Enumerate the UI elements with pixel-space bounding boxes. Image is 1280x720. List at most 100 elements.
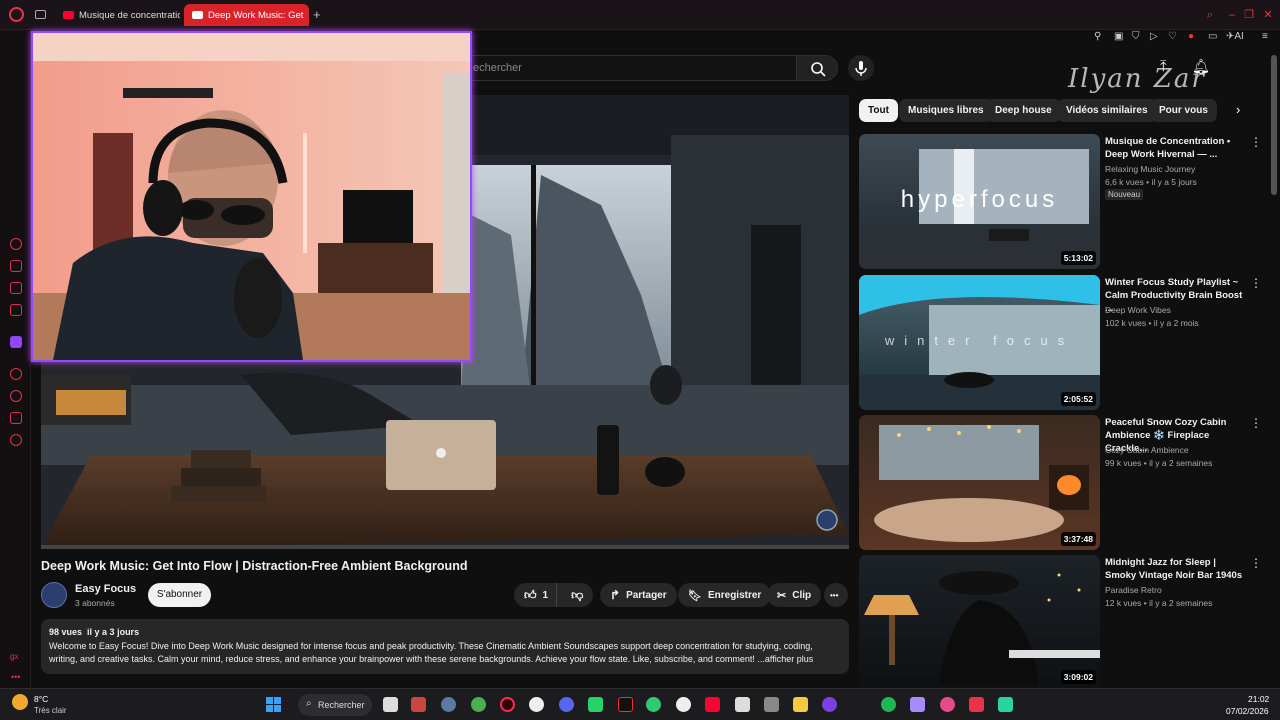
whatsapp-icon[interactable] (588, 697, 603, 712)
sidebar-settings-icon[interactable] (10, 434, 22, 446)
youtube-icon[interactable] (705, 697, 720, 712)
bookmark-icon: 🔖︎ (688, 589, 702, 602)
chrome-icon[interactable] (471, 697, 486, 712)
opera-logo-icon[interactable] (9, 7, 24, 22)
battery-icon[interactable]: ▭ (1208, 31, 1217, 42)
recommended-video-4[interactable]: 3:09:02 Midnight Jazz for Sleep | Smoky … (859, 555, 1262, 690)
channel-name[interactable]: Easy Focus (75, 583, 136, 595)
close-icon[interactable]: ✕ (1262, 9, 1274, 21)
save-button[interactable]: 🔖︎ Enregistrer (678, 583, 772, 607)
video-thumbnail[interactable]: hyperfocus 5:13:02 (859, 134, 1100, 269)
tiktok-icon[interactable] (618, 697, 633, 712)
sidebar-speed-dial-icon[interactable] (10, 238, 22, 250)
video-duration: 3:37:48 (1060, 532, 1096, 546)
channel-name[interactable]: Deep Work Vibes (1105, 305, 1171, 315)
recommended-video-2[interactable]: winter focus 2:05:52 Winter Focus Study … (859, 275, 1262, 410)
proton-icon[interactable] (822, 697, 837, 712)
sidebar-twitch-icon[interactable] (10, 336, 22, 348)
chip-videos-similaires[interactable]: Vidéos similaires (1057, 99, 1157, 122)
recommended-video-1[interactable]: hyperfocus 5:13:02 Musique de Concentrat… (859, 134, 1262, 269)
discord-icon[interactable] (559, 697, 574, 712)
video-thumbnail[interactable]: 3:09:02 (859, 555, 1100, 688)
tab-musique-concentration[interactable]: Musique de concentration (55, 4, 180, 26)
pin-icon[interactable]: ⚲ (1094, 31, 1101, 42)
widgets-icon[interactable] (411, 697, 426, 712)
video-title[interactable]: Musique de Concentration • Deep Work Hiv… (1105, 135, 1245, 161)
github-icon[interactable] (529, 697, 544, 712)
sidebar-gx-label: gx (10, 652, 19, 661)
profile-icon[interactable]: ● (1188, 31, 1194, 42)
search-icon[interactable]: ⌕ (1204, 9, 1216, 21)
obsidian-icon[interactable] (910, 697, 925, 712)
chip-musiques-libres[interactable]: Musiques libres (899, 99, 993, 122)
video-title[interactable]: Midnight Jazz for Sleep | Smoky Vintage … (1105, 556, 1245, 582)
channel-name[interactable]: Paradise Retro (1105, 585, 1162, 595)
messenger-icon[interactable] (676, 697, 691, 712)
video-thumbnail[interactable]: winter focus 2:05:52 (859, 275, 1100, 410)
sidebar-messenger-icon[interactable] (10, 282, 22, 294)
dislike-button[interactable]: 👎︎ (563, 588, 591, 603)
weather-icon[interactable] (12, 694, 28, 710)
sidebar-media-icon[interactable] (10, 304, 22, 316)
spotify-icon[interactable] (881, 697, 896, 712)
youtube-icon (63, 11, 74, 19)
sidebar-gx-icon[interactable] (10, 260, 22, 272)
ai-icon[interactable]: ✈AI (1226, 31, 1244, 42)
more-actions-button[interactable]: ••• (824, 583, 848, 607)
chip-tout[interactable]: Tout (859, 99, 898, 122)
chip-deep-house[interactable]: Deep house (986, 99, 1061, 122)
like-count: 1 (542, 589, 549, 601)
maximize-icon[interactable]: ❐ (1243, 9, 1255, 21)
search-button[interactable] (796, 55, 838, 81)
settings-icon[interactable] (441, 697, 456, 712)
app-green-icon[interactable] (646, 697, 661, 712)
channel-name[interactable]: Cozy Cabin Ambience (1105, 445, 1189, 455)
opera-gx-icon[interactable] (500, 697, 515, 712)
app-teal-icon[interactable] (998, 697, 1013, 712)
chip-pour-vous[interactable]: Pour vous (1150, 99, 1217, 122)
subscribe-button[interactable]: S'abonner (148, 583, 211, 607)
streamlabs-icon[interactable] (969, 697, 984, 712)
voice-search-button[interactable] (848, 55, 874, 81)
snapshot-icon[interactable]: ▣ (1114, 31, 1123, 42)
windows-start-icon[interactable] (266, 697, 281, 712)
video-thumbnail[interactable]: 3:37:48 (859, 415, 1100, 550)
taskbar-search[interactable]: ⌕ Rechercher (298, 694, 372, 716)
tab-deep-work-music[interactable]: Deep Work Music: Get (184, 4, 309, 26)
play-icon[interactable]: ▷ (1150, 31, 1158, 42)
photos-icon[interactable] (940, 697, 955, 712)
shield-icon[interactable]: ⛉ (1132, 31, 1140, 42)
weather-temp[interactable]: 8°C (34, 694, 48, 704)
file-explorer-icon[interactable] (793, 697, 808, 712)
microphone-icon (855, 61, 867, 76)
tab-overview-icon[interactable] (35, 10, 46, 19)
page-scrollbar[interactable] (1271, 55, 1277, 195)
calculator-icon[interactable] (764, 697, 779, 712)
sidebar-history-icon[interactable] (10, 390, 22, 402)
share-button[interactable]: ↱ Partager (600, 583, 677, 607)
like-button[interactable]: 👍︎ 1 (514, 583, 558, 607)
clock-time[interactable]: 21:02 (1248, 694, 1269, 704)
more-options-icon[interactable]: ⋮ (1250, 277, 1262, 289)
clock-date[interactable]: 07/02/2026 (1226, 706, 1269, 716)
heart-icon[interactable]: ♡ (1168, 31, 1177, 42)
more-options-icon[interactable]: ⋮ (1250, 557, 1262, 569)
new-tab-button[interactable]: + (313, 7, 321, 22)
channel-avatar[interactable] (41, 582, 67, 608)
sidebar-more-icon[interactable]: ••• (11, 672, 20, 682)
clip-button[interactable]: ✂ Clip (767, 583, 822, 607)
notepad-icon[interactable] (735, 697, 750, 712)
search-input[interactable]: echercher (460, 55, 797, 81)
recommended-video-3[interactable]: 3:37:48 Peaceful Snow Cozy Cabin Ambienc… (859, 415, 1262, 550)
chips-next-arrow-icon[interactable]: › (1236, 102, 1240, 117)
task-view-icon[interactable] (383, 697, 398, 712)
channel-name[interactable]: Relaxing Music Journey (1105, 164, 1195, 174)
menu-icon[interactable]: ≡ (1262, 31, 1268, 42)
more-options-icon[interactable]: ⋮ (1250, 417, 1262, 429)
minimize-icon[interactable]: – (1226, 9, 1238, 21)
sidebar-extensions-icon[interactable] (10, 412, 22, 424)
browser-toolbar-icons: ⚲ ▣ ⛉ ▷ ♡ ● ▭ ✈AI ≡ (1090, 31, 1280, 45)
sidebar-player-icon[interactable] (10, 368, 22, 380)
more-options-icon[interactable]: ⋮ (1250, 136, 1262, 148)
description-box[interactable]: 98 vues il y a 3 jours Welcome to Easy F… (41, 619, 849, 674)
